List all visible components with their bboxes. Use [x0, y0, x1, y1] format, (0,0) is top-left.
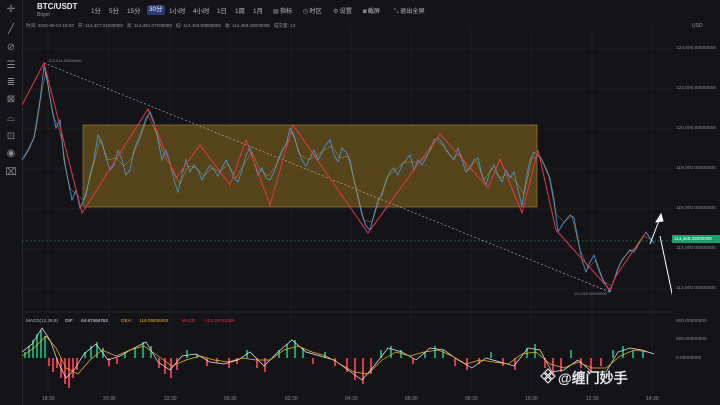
fib-icon[interactable]: ≣: [4, 77, 18, 89]
time-tick: 06:30: [405, 396, 418, 402]
price-chart[interactable]: [22, 20, 672, 398]
crosshair-icon[interactable]: ✛: [4, 4, 18, 16]
drawing-toolbar: ✛ ╱ ⊘ ☰ ≣ ⊠ ⌓ ⊡ ◉ ⌧: [0, 0, 23, 405]
macd-tick: 0.00000000: [676, 356, 702, 361]
indicator-button[interactable]: ▤指标: [273, 6, 292, 15]
lock-icon[interactable]: ⊡: [4, 131, 18, 143]
time-tick: 22:30: [164, 396, 177, 402]
price-tick: 118,000.00000000: [676, 166, 716, 171]
time-tick: 00:30: [224, 396, 237, 402]
currency-label: USD: [692, 23, 703, 29]
interval-5m[interactable]: 5分: [109, 6, 119, 15]
interval-1m[interactable]: 1分: [91, 6, 101, 15]
price-tick: 124,000.00000000: [676, 46, 717, 51]
time-zone-icon: ◷: [303, 8, 309, 15]
time-tick: 08:30: [465, 396, 478, 402]
price-tick: 120,000.00000000: [676, 126, 717, 131]
camera-icon: ◙: [363, 8, 367, 15]
projection-arrows: [649, 212, 672, 296]
magnet-icon[interactable]: ⌓: [4, 113, 18, 125]
exchange-label: Bitget: [37, 12, 50, 18]
time-tick: 02:30: [285, 396, 298, 402]
fullscreen-exit-icon: ⤡: [394, 8, 399, 15]
time-tick: 14:30: [646, 396, 659, 402]
horizontal-line-icon[interactable]: ☰: [4, 60, 18, 72]
ray-icon[interactable]: ⊘: [4, 42, 18, 54]
trash-icon[interactable]: ⌧: [4, 167, 18, 179]
time-tick: 20:30: [103, 396, 116, 402]
time-tick: 12:30: [586, 396, 599, 402]
time-tick: 18:30: [42, 396, 55, 402]
eye-icon[interactable]: ◉: [4, 148, 18, 160]
price-tick: 114,000.00000000: [676, 246, 716, 251]
chart-header: BTC/USDT Bitget 1分 5分 15分 30分 1小时 4小时 1日…: [23, 0, 720, 22]
time-tick: 04:30: [345, 396, 358, 402]
macd-dea: 116.05836453: [139, 318, 169, 323]
high-point-label: 123,214.52000000: [48, 58, 82, 63]
macd-value: -102.76743380: [203, 318, 235, 323]
interval-15m[interactable]: 15分: [127, 6, 141, 15]
low-point-label: 111,918.00000000: [574, 291, 607, 296]
time-tick: 10:30: [525, 396, 538, 402]
settings-icon: ⚙: [333, 8, 339, 15]
indicator-icon: ▤: [273, 8, 279, 15]
watermark-logo-icon: [540, 368, 556, 384]
interval-1d[interactable]: 1日: [217, 6, 227, 15]
trend-line-icon[interactable]: ╱: [4, 24, 18, 36]
macd-legend: MACD(12,26,9) DIF: 64.67464762 DEA: 116.…: [26, 318, 235, 323]
macd-tick: 800.00000000: [676, 319, 707, 324]
interval-1w[interactable]: 1周: [235, 6, 245, 15]
exit-fullscreen-button[interactable]: ⤡退出全屏: [394, 6, 425, 16]
price-tick: 112,000.00000000: [676, 286, 716, 291]
macd-tick: 600.00000000: [676, 337, 707, 342]
interval-4h[interactable]: 4小时: [193, 6, 209, 15]
macd-dif: 64.67464762: [81, 318, 108, 323]
watermark-text: @缠门妙手: [558, 370, 628, 386]
settings-button[interactable]: ⚙设置: [333, 6, 352, 15]
pattern-icon[interactable]: ⊠: [4, 94, 18, 106]
interval-1mo[interactable]: 1月: [253, 6, 263, 15]
price-tick: 116,000.00000000: [676, 206, 716, 211]
price-tick: 122,000.00000000: [676, 86, 717, 91]
pair-title[interactable]: BTC/USDT: [37, 2, 77, 11]
interval-30m[interactable]: 30分: [147, 5, 165, 15]
interval-1h[interactable]: 1小时: [169, 6, 185, 15]
screenshot-button[interactable]: ◙截屏: [363, 6, 380, 15]
macd-title[interactable]: MACD(12,26,9): [26, 318, 58, 323]
chart-grid: [22, 28, 672, 392]
current-price-badge: 114,469.25000000: [672, 235, 720, 243]
time-zone-button[interactable]: ◷时区: [303, 6, 322, 15]
